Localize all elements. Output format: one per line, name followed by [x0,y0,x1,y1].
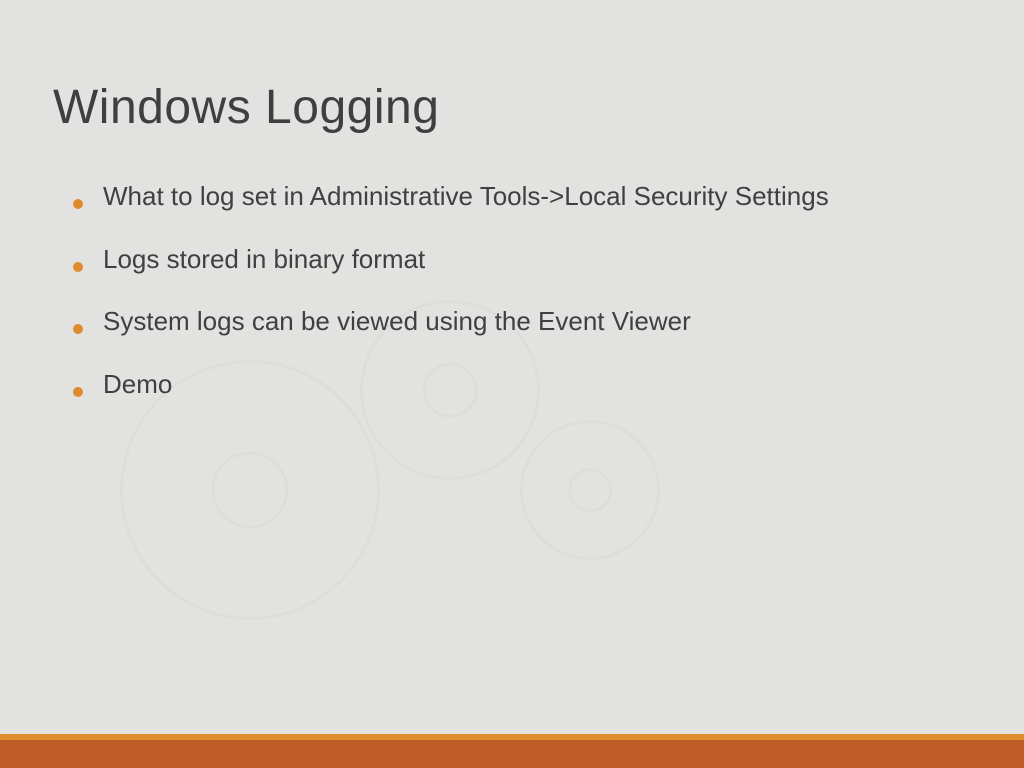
list-item: System logs can be viewed using the Even… [73,305,964,338]
slide-body: What to log set in Administrative Tools-… [73,180,964,430]
bullet-text: System logs can be viewed using the Even… [103,305,691,338]
list-item: What to log set in Administrative Tools-… [73,180,964,213]
bullet-text: What to log set in Administrative Tools-… [103,180,829,213]
bullet-icon [73,262,83,272]
slide-title: Windows Logging [53,80,439,135]
list-item: Demo [73,368,964,401]
bullet-icon [73,387,83,397]
bullet-text: Logs stored in binary format [103,243,425,276]
bullet-icon [73,199,83,209]
bullet-text: Demo [103,368,172,401]
bullet-icon [73,324,83,334]
slide: Windows Logging What to log set in Admin… [0,0,1024,768]
footer-accent-bar [0,734,1024,768]
list-item: Logs stored in binary format [73,243,964,276]
footer-accent-bottom [0,740,1024,768]
